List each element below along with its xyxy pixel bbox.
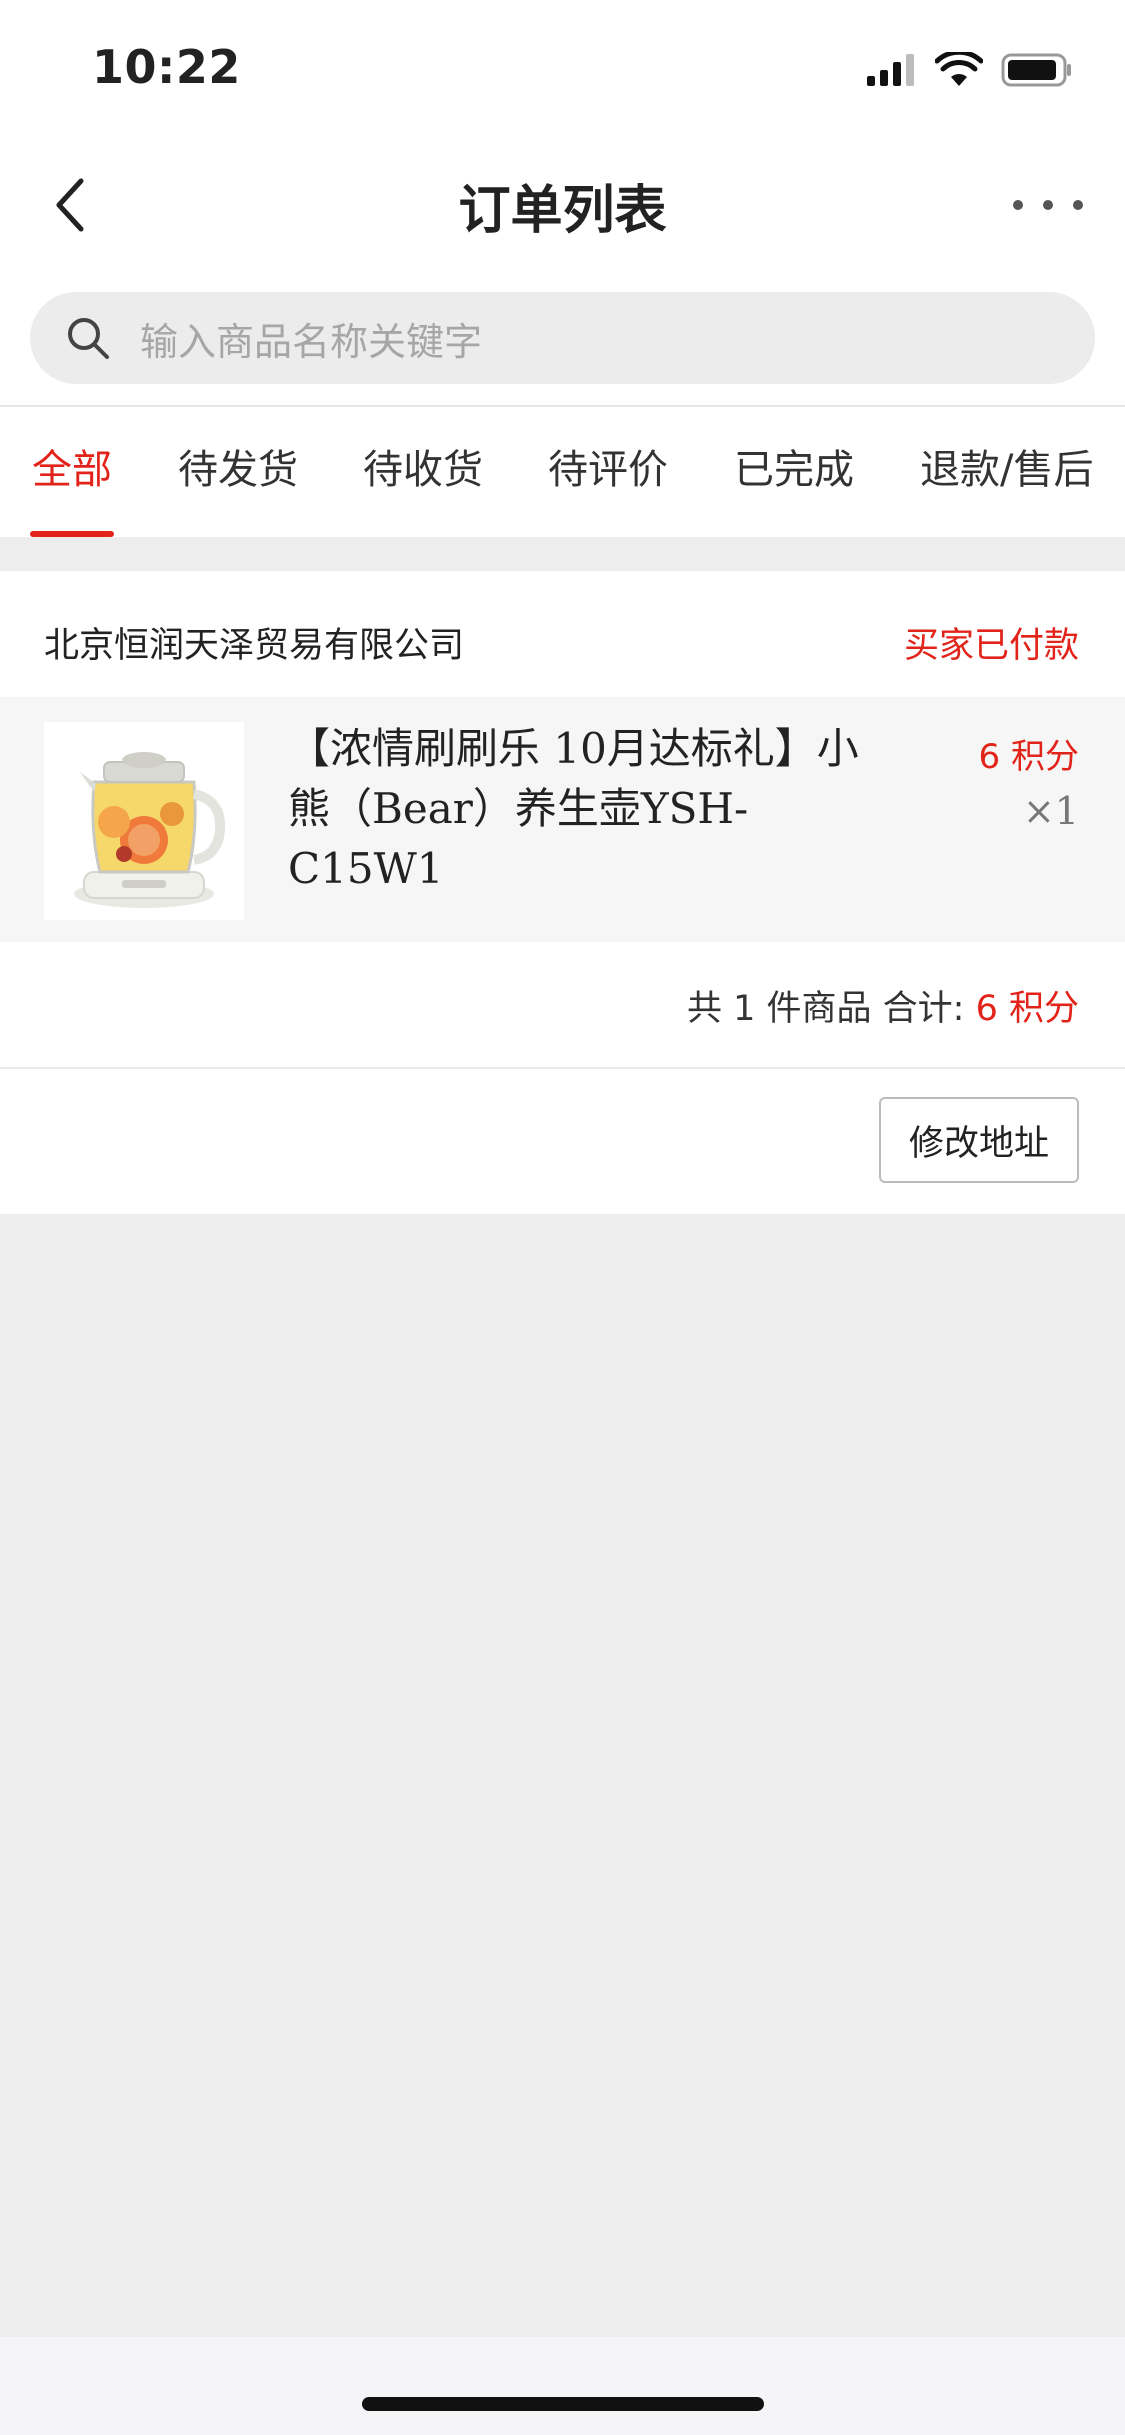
more-icon <box>1073 200 1083 210</box>
order-item[interactable]: 【浓情刷刷乐 10月达标礼】小熊（Bear）养生壶YSH-C15W1 6 积分 … <box>0 697 1125 942</box>
status-time: 10:22 <box>92 40 241 94</box>
modify-address-button[interactable]: 修改地址 <box>879 1097 1079 1183</box>
order-summary: 共 1 件商品 合计: 6 积分 <box>0 942 1125 1069</box>
battery-icon <box>1001 53 1071 87</box>
wifi-icon <box>935 52 983 86</box>
status-icons <box>865 48 1073 92</box>
header-area: 10:22 订单列表 输入商品名称关键字 全部 待发货 待收货 待评价 已完成 … <box>0 0 1125 537</box>
search-input[interactable]: 输入商品名称关键字 <box>30 292 1095 384</box>
nav-bar: 订单列表 <box>0 140 1125 270</box>
kettle-image <box>44 722 244 920</box>
product-price: 6 积分 <box>978 737 1079 777</box>
tab-pending-receipt[interactable]: 待收货 <box>363 437 483 495</box>
search-area: 输入商品名称关键字 <box>0 270 1125 405</box>
product-quantity: ×1 <box>1022 789 1079 833</box>
home-indicator-area <box>0 2337 1125 2435</box>
search-placeholder: 输入商品名称关键字 <box>140 319 483 364</box>
more-icon <box>1043 200 1053 210</box>
signal-icon <box>867 54 914 86</box>
summary-total: 6 积分 <box>975 989 1079 1029</box>
order-tabs: 全部 待发货 待收货 待评价 已完成 退款/售后 <box>0 405 1125 537</box>
order-card[interactable]: 北京恒润天泽贸易有限公司 买家已付款 【浓情刷刷乐 10月达标礼】小熊（Bear… <box>0 571 1125 1214</box>
shop-row: 北京恒润天泽贸易有限公司 买家已付款 <box>0 571 1125 697</box>
product-name: 【浓情刷刷乐 10月达标礼】小熊（Bear）养生壶YSH-C15W1 <box>288 724 859 893</box>
page-title: 订单列表 <box>458 181 667 241</box>
order-actions: 修改地址 <box>0 1069 1125 1214</box>
more-icon <box>1013 200 1023 210</box>
section-gap <box>0 537 1125 571</box>
home-indicator[interactable] <box>362 2397 764 2411</box>
active-tab-indicator <box>30 531 114 537</box>
more-button[interactable] <box>1013 180 1083 230</box>
shop-name: 北京恒润天泽贸易有限公司 <box>44 626 465 666</box>
tab-all[interactable]: 全部 <box>32 437 112 495</box>
summary-count: 共 1 件商品 合计: <box>687 989 965 1029</box>
search-icon <box>68 318 109 359</box>
status-bar: 10:22 <box>0 0 1125 140</box>
tab-completed[interactable]: 已完成 <box>734 437 854 495</box>
order-status: 买家已付款 <box>903 626 1079 666</box>
tab-refund[interactable]: 退款/售后 <box>920 437 1093 495</box>
summary-text: 共 1 件商品 合计: 6 积分 <box>687 980 1079 1031</box>
product-image <box>44 722 244 920</box>
tab-pending-review[interactable]: 待评价 <box>548 437 668 495</box>
tab-pending-shipment[interactable]: 待发货 <box>178 437 298 495</box>
